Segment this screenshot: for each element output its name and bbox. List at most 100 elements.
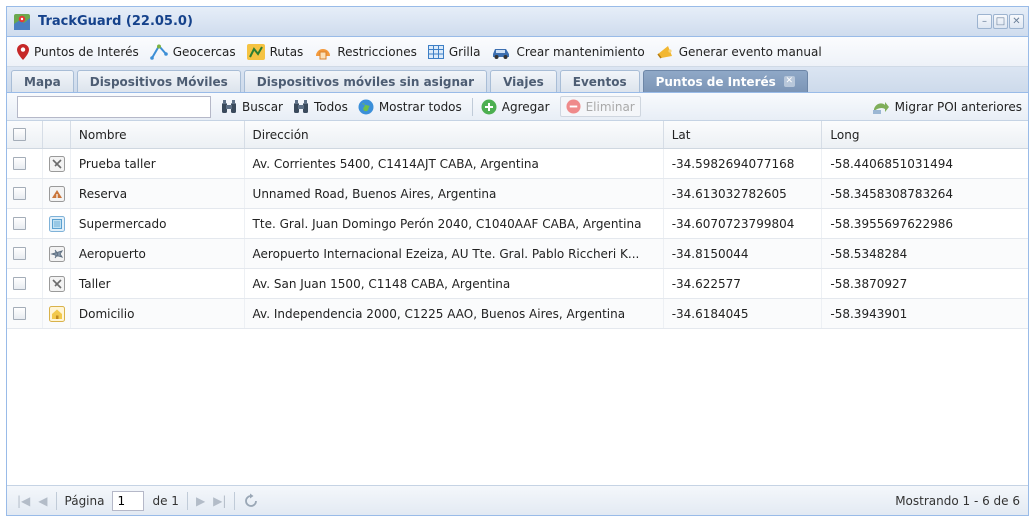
cell-direccion: Av. Corrientes 5400, C1414AJT CABA, Arge… [245, 149, 664, 178]
row-checkbox-cell [7, 209, 43, 238]
table-row[interactable]: Reserva Unnamed Road, Buenos Aires, Arge… [7, 179, 1028, 209]
maximize-button[interactable]: □ [993, 14, 1008, 29]
mostrar-todos-label: Mostrar todos [378, 99, 462, 114]
tab-puntos-interes[interactable]: Puntos de Interés ✕ [642, 70, 808, 92]
tab-close-icon[interactable]: ✕ [783, 76, 795, 87]
tab-dispositivos-sin-asignar[interactable]: Dispositivos móviles sin asignar [243, 70, 488, 92]
toolbar-item-label: Rutas [269, 44, 304, 59]
row-checkbox[interactable] [13, 217, 26, 230]
window-title: TrackGuard (22.05.0) [38, 14, 193, 29]
last-page-icon[interactable]: ▶| [213, 494, 226, 508]
grid-toolbar: Buscar Todos Mostrar todos Agregar Elimi… [7, 93, 1028, 121]
camping-icon [48, 185, 65, 202]
tab-viajes[interactable]: Viajes [490, 70, 557, 92]
page-number-input[interactable] [112, 490, 145, 511]
cell-lat: -34.622577 [664, 269, 823, 298]
select-all-checkbox[interactable] [13, 128, 26, 141]
select-all-cell [7, 121, 43, 148]
column-header-direccion[interactable]: Dirección [245, 121, 664, 148]
page-label: Página [64, 493, 105, 508]
car-icon [493, 48, 510, 59]
next-page-icon[interactable]: ▶ [196, 494, 205, 508]
buscar-label: Buscar [242, 99, 283, 114]
grid-header: Nombre Dirección Lat Long [7, 121, 1028, 149]
map-pin-icon [17, 43, 29, 60]
cell-direccion: Av. San Juan 1500, C1148 CABA, Argentina [245, 269, 664, 298]
tab-label: Eventos [572, 74, 627, 89]
buscar-button[interactable]: Buscar [221, 99, 283, 114]
remove-icon [566, 99, 581, 114]
mostrar-todos-button[interactable]: Mostrar todos [358, 99, 462, 115]
poi-icon-cell [43, 149, 71, 178]
column-header-lat[interactable]: Lat [664, 121, 823, 148]
first-page-icon[interactable]: |◀ [17, 494, 30, 508]
row-checkbox[interactable] [13, 277, 26, 290]
toolbar-restricciones-button[interactable]: Restricciones [314, 44, 417, 60]
cell-lat: -34.6070723799804 [664, 209, 823, 238]
page-count-label: de 1 [152, 493, 179, 508]
migrar-label: Migrar POI anteriores [894, 99, 1022, 114]
row-checkbox[interactable] [13, 187, 26, 200]
migrar-poi-button[interactable]: Migrar POI anteriores [872, 99, 1022, 115]
table-row[interactable]: Aeropuerto Aeropuerto Internacional Ezei… [7, 239, 1028, 269]
row-checkbox[interactable] [13, 307, 26, 320]
globe-icon [358, 99, 374, 114]
migrate-icon [872, 101, 889, 114]
row-checkbox-cell [7, 299, 43, 328]
minimize-button[interactable]: – [977, 14, 992, 29]
toolbar-grilla-button[interactable]: Grilla [427, 44, 480, 59]
column-header-nombre[interactable]: Nombre [71, 121, 245, 148]
eliminar-button[interactable]: Eliminar [559, 96, 641, 117]
agregar-button[interactable]: Agregar [481, 99, 550, 115]
eliminar-label: Eliminar [585, 99, 635, 114]
toolbar-item-label: Generar evento manual [678, 44, 822, 59]
toolbar-rutas-button[interactable]: Rutas [246, 43, 304, 60]
toolbar-generar-evento-button[interactable]: Generar evento manual [656, 44, 822, 60]
cell-lat: -34.8150044 [664, 239, 823, 268]
toolbar-crear-mantenimiento-button[interactable]: Crear mantenimiento [491, 44, 645, 59]
table-row[interactable]: Domicilio Av. Independencia 2000, C1225 … [7, 299, 1028, 329]
prev-page-icon[interactable]: ◀ [38, 494, 47, 508]
window-controls: – □ ✕ [976, 14, 1024, 29]
row-checkbox[interactable] [13, 157, 26, 170]
paging-separator [186, 491, 188, 510]
icon-column-header [43, 121, 71, 148]
poi-icon-cell [43, 269, 71, 298]
workshop-icon [48, 155, 65, 172]
row-checkbox-cell [7, 179, 43, 208]
close-button[interactable]: ✕ [1009, 14, 1024, 29]
cell-long: -58.3870927 [830, 276, 908, 291]
tab-mapa[interactable]: Mapa [11, 70, 74, 92]
toolbar-item-label: Crear mantenimiento [516, 44, 645, 59]
row-checkbox-cell [7, 239, 43, 268]
table-row[interactable]: Taller Av. San Juan 1500, C1148 CABA, Ar… [7, 269, 1028, 299]
cell-direccion: Av. Independencia 2000, C1225 AAO, Bueno… [245, 299, 664, 328]
supermarket-icon [48, 215, 65, 232]
tab-eventos[interactable]: Eventos [559, 70, 640, 92]
tab-dispositivos-moviles[interactable]: Dispositivos Móviles [76, 70, 241, 92]
todos-label: Todos [313, 99, 348, 114]
home-icon [48, 305, 65, 322]
toolbar-puntos-interes-button[interactable]: Puntos de Interés [17, 43, 139, 60]
cell-lat: -34.6184045 [664, 299, 823, 328]
cell-nombre: Domicilio [71, 299, 245, 328]
tab-strip: Mapa Dispositivos Móviles Dispositivos m… [7, 67, 1028, 93]
cell-long: -58.5348284 [830, 246, 908, 261]
row-checkbox-cell [7, 269, 43, 298]
refresh-icon[interactable] [243, 493, 259, 509]
binoculars-icon [293, 99, 308, 113]
column-header-long[interactable]: Long [822, 121, 1028, 148]
table-row[interactable]: Prueba taller Av. Corrientes 5400, C1414… [7, 149, 1028, 179]
toolbar-separator [471, 97, 473, 116]
table-row[interactable]: Supermercado Tte. Gral. Juan Domingo Per… [7, 209, 1028, 239]
cell-direccion: Tte. Gral. Juan Domingo Perón 2040, C104… [245, 209, 664, 238]
row-checkbox-cell [7, 149, 43, 178]
grid-body: Prueba taller Av. Corrientes 5400, C1414… [7, 149, 1028, 437]
cell-lat: -34.613032782605 [664, 179, 823, 208]
search-input[interactable] [17, 95, 211, 118]
cell-lat: -34.5982694077168 [664, 149, 823, 178]
paging-info: Mostrando 1 - 6 de 6 [895, 493, 1020, 508]
row-checkbox[interactable] [13, 247, 26, 260]
todos-button[interactable]: Todos [293, 99, 348, 114]
toolbar-geocercas-button[interactable]: Geocercas [149, 43, 236, 60]
